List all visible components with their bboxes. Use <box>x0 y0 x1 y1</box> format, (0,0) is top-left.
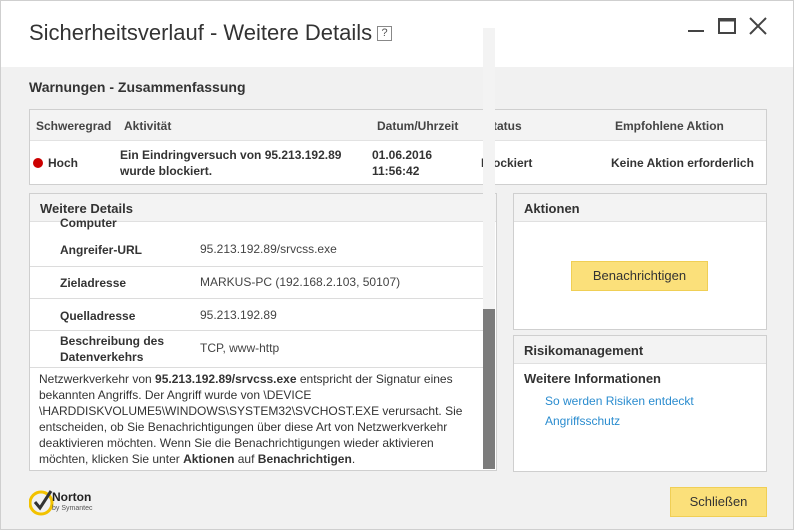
activity-line2: wurde blockiert. <box>120 164 213 178</box>
detail-value: TCP, www-http <box>200 341 280 355</box>
desc-text: Netzwerkverkehr von <box>39 372 156 386</box>
close-icon[interactable] <box>747 15 769 37</box>
detail-label-line2: Datenverkehrs <box>60 350 144 364</box>
detail-row-target: Zieladresse MARKUS-PC (192.168.2.103, 50… <box>30 267 483 299</box>
severity-value: Hoch <box>48 156 78 170</box>
security-history-window: Sicherheitsverlauf - Weitere Details ? W… <box>0 0 794 530</box>
norton-logo: Norton by Symantec <box>29 487 99 517</box>
date-value: 01.06.2016 <box>372 148 433 162</box>
norton-logo-subtext: by Symantec <box>52 505 93 512</box>
detail-row-attacker-url: Angreifer-URL 95.213.192.89/srvcss.exe <box>30 233 483 267</box>
desc-text: auf <box>234 452 258 466</box>
summary-header-row: Schweregrad Aktivität Datum/Uhrzeit Stat… <box>30 110 766 141</box>
col-datetime: Datum/Uhrzeit <box>377 119 459 133</box>
details-description: Netzwerkverkehr von 95.213.192.89/srvcss… <box>39 371 479 467</box>
link-risk-detection[interactable]: So werden Risiken entdeckt <box>545 394 694 408</box>
time-value: 11:56:42 <box>372 164 420 178</box>
help-icon[interactable]: ? <box>377 26 392 41</box>
activity-line1: Ein Eindringversuch von 95.213.192.89 <box>120 148 342 162</box>
maximize-icon[interactable] <box>716 15 738 37</box>
detail-value: 95.213.192.89 <box>200 308 277 322</box>
desc-bold-notify: Benachrichtigen <box>257 452 352 466</box>
detail-value: MARKUS-PC (192.168.2.103, 50107) <box>200 275 401 289</box>
window-title: Sicherheitsverlauf - Weitere Details <box>29 20 373 45</box>
severity-high-icon <box>33 158 43 168</box>
detail-row-source: Quelladresse 95.213.192.89 <box>30 299 483 331</box>
detail-label: Zieladresse <box>60 276 127 290</box>
close-button[interactable]: Schließen <box>670 487 767 517</box>
minimize-icon[interactable] <box>685 15 707 37</box>
action-value: Keine Aktion erforderlich <box>611 156 754 170</box>
col-severity: Schweregrad <box>36 119 112 133</box>
divider <box>30 367 483 368</box>
desc-bold-url: 95.213.192.89/srvcss.exe <box>155 372 297 386</box>
detail-label: Quelladresse <box>60 309 136 323</box>
norton-logo-text: Norton <box>52 490 92 504</box>
detail-value: 95.213.192.89/srvcss.exe <box>200 242 337 256</box>
risk-management-panel: Risikomanagement Weitere Informationen S… <box>513 335 767 472</box>
col-action: Empfohlene Aktion <box>615 119 724 133</box>
detail-label-line1: Beschreibung des <box>60 334 165 348</box>
alerts-summary-table: Schweregrad Aktivität Datum/Uhrzeit Stat… <box>29 109 767 185</box>
detail-label: Angreifer-URL <box>60 243 143 257</box>
actions-panel: Aktionen Benachrichtigen <box>513 193 767 330</box>
details-list[interactable]: Angreifer-URL 95.213.192.89/srvcss.exe Z… <box>30 221 483 368</box>
desc-text: . <box>351 452 356 466</box>
notify-button[interactable]: Benachrichtigen <box>571 261 708 291</box>
details-scrollbar-thumb[interactable] <box>483 309 495 469</box>
more-info-heading: Weitere Informationen <box>524 371 662 386</box>
title-bar: Sicherheitsverlauf - Weitere Details ? <box>1 1 793 67</box>
actions-header: Aktionen <box>514 194 766 222</box>
summary-section-title: Warnungen - Zusammenfassung <box>29 79 246 95</box>
desc-bold-actions: Aktionen <box>183 452 235 466</box>
risk-header: Risikomanagement <box>514 336 766 364</box>
link-attack-protection[interactable]: Angriffsschutz <box>545 414 620 428</box>
detail-row-traffic: Beschreibung des Datenverkehrs TCP, www-… <box>30 331 483 368</box>
col-activity: Aktivität <box>124 119 172 133</box>
